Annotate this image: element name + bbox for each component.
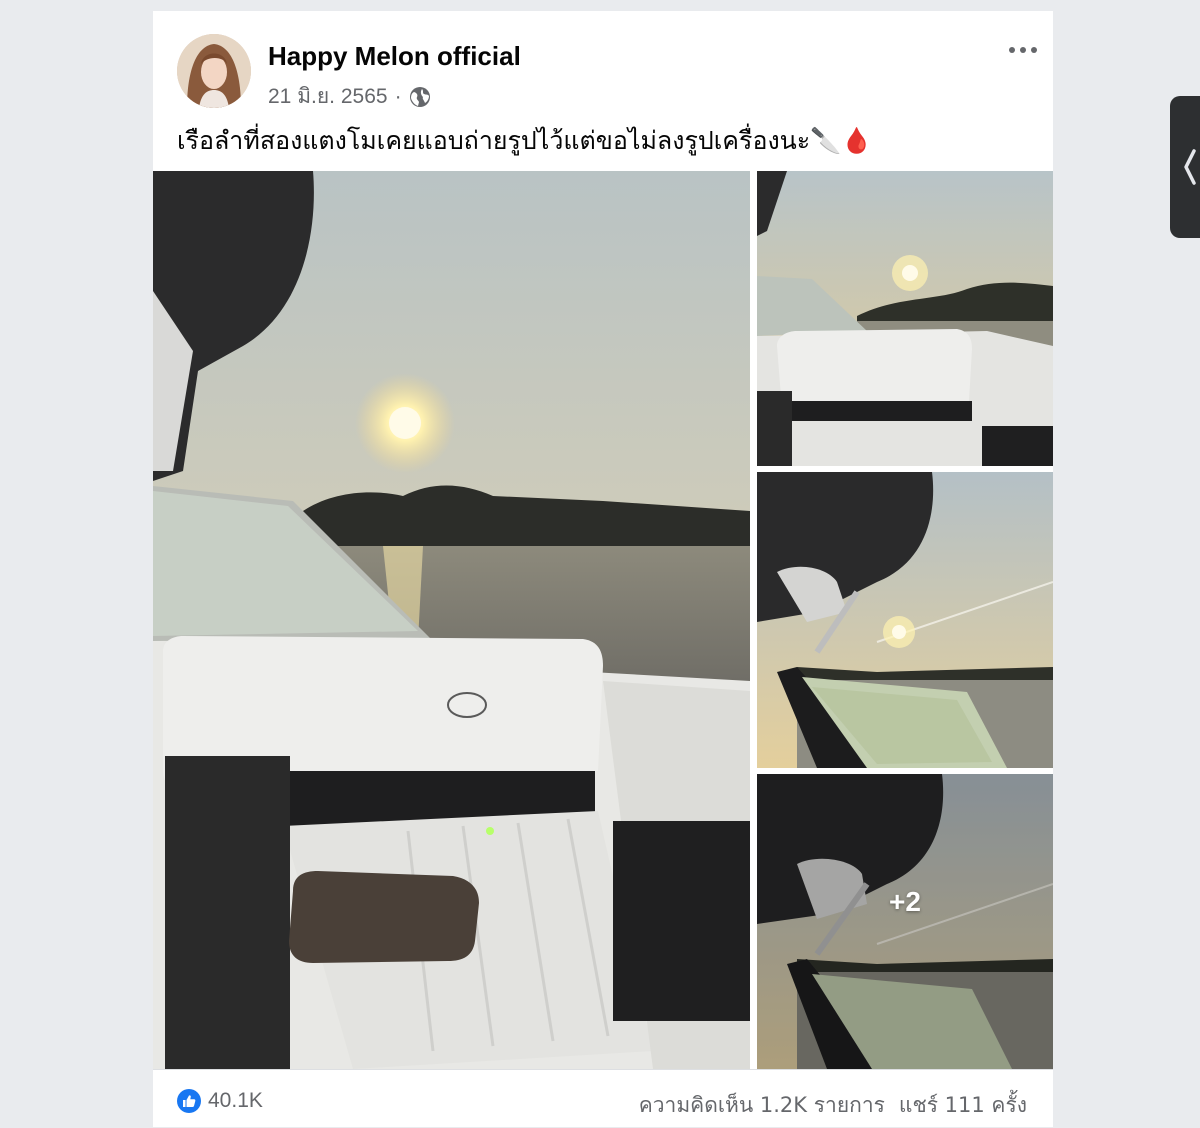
engagement-stats: ความคิดเห็น 1.2K รายการ แชร์ 111 ครั้ง xyxy=(639,1089,1027,1122)
more-photos-count[interactable]: +2 xyxy=(757,774,1053,1069)
globe-icon[interactable] xyxy=(409,86,431,108)
comment-count[interactable]: ความคิดเห็น 1.2K รายการ xyxy=(639,1089,885,1122)
photo-thumbnail-3[interactable]: +2 xyxy=(757,774,1053,1069)
post-date[interactable]: 21 มิ.ย. 2565 xyxy=(268,80,388,113)
author-avatar[interactable] xyxy=(177,34,251,108)
more-horizontal-icon[interactable] xyxy=(1009,41,1037,59)
post-caption: เรือลำที่สองแตงโมเคยแอบถ่ายรูปไว้แต่ขอไม… xyxy=(177,126,873,155)
meta-separator: · xyxy=(394,84,402,108)
photo-thumbnail-2[interactable] xyxy=(757,472,1053,768)
post-meta: 21 มิ.ย. 2565 · xyxy=(268,80,431,113)
post-footer: 40.1K ความคิดเห็น 1.2K รายการ แชร์ 111 ค… xyxy=(153,1069,1053,1128)
dot xyxy=(1031,47,1037,53)
like-count: 40.1K xyxy=(208,1089,263,1112)
photo-thumbnail-1[interactable] xyxy=(757,171,1053,466)
dot xyxy=(1009,47,1015,53)
author-name[interactable]: Happy Melon official xyxy=(268,41,521,72)
photo-grid: +2 xyxy=(153,171,1053,1069)
side-drawer-tab[interactable] xyxy=(1170,96,1200,238)
dot xyxy=(1020,47,1026,53)
reactions-summary[interactable]: 40.1K xyxy=(177,1089,263,1113)
share-count[interactable]: แชร์ 111 ครั้ง xyxy=(899,1089,1027,1122)
like-icon xyxy=(177,1089,201,1113)
chevron-left-icon xyxy=(1184,149,1196,185)
post-card: Happy Melon official 21 มิ.ย. 2565 · เรื… xyxy=(153,11,1053,1127)
photo-main[interactable] xyxy=(153,171,750,1069)
